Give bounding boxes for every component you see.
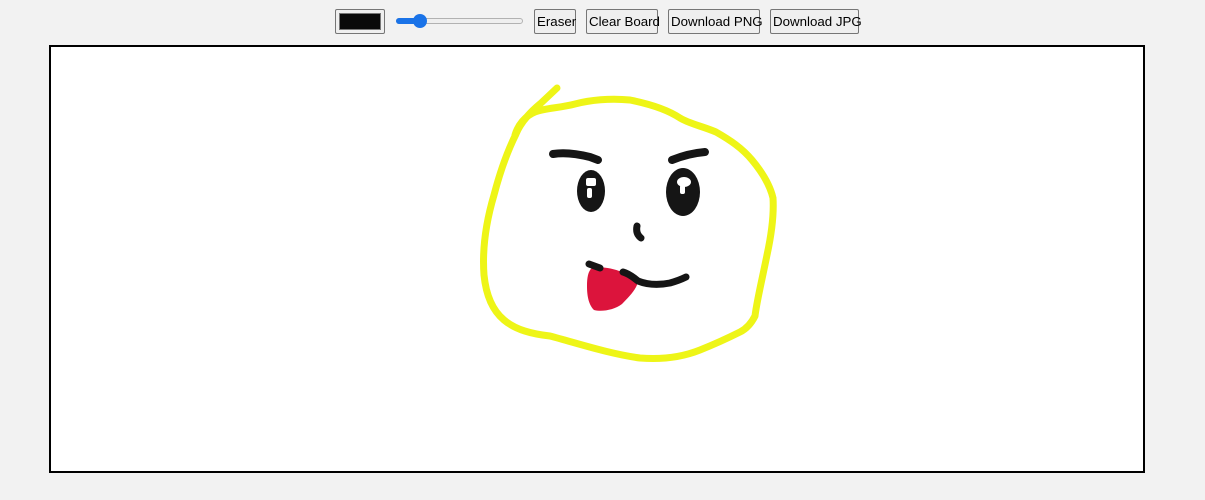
nose-stroke (633, 222, 645, 242)
left-eyebrow-stroke (549, 149, 602, 164)
slider-thumb[interactable] (413, 14, 427, 28)
face-outline-stroke (480, 84, 777, 362)
color-swatch (339, 13, 381, 30)
right-eyebrow-stroke (668, 148, 709, 164)
toolbar: Eraser Clear Board Download PNG Download… (0, 8, 1205, 36)
brush-size-slider[interactable] (396, 14, 524, 28)
download-jpg-button[interactable]: Download JPG (770, 9, 862, 34)
right-eye (666, 168, 700, 216)
drawing-layer (480, 84, 777, 362)
color-picker[interactable] (335, 9, 385, 34)
drawing-canvas[interactable] (49, 45, 1145, 473)
left-eye (577, 170, 605, 212)
download-png-button[interactable]: Download PNG (668, 9, 763, 34)
clear-board-button[interactable]: Clear Board (586, 9, 660, 34)
eraser-button[interactable]: Eraser (534, 9, 576, 34)
